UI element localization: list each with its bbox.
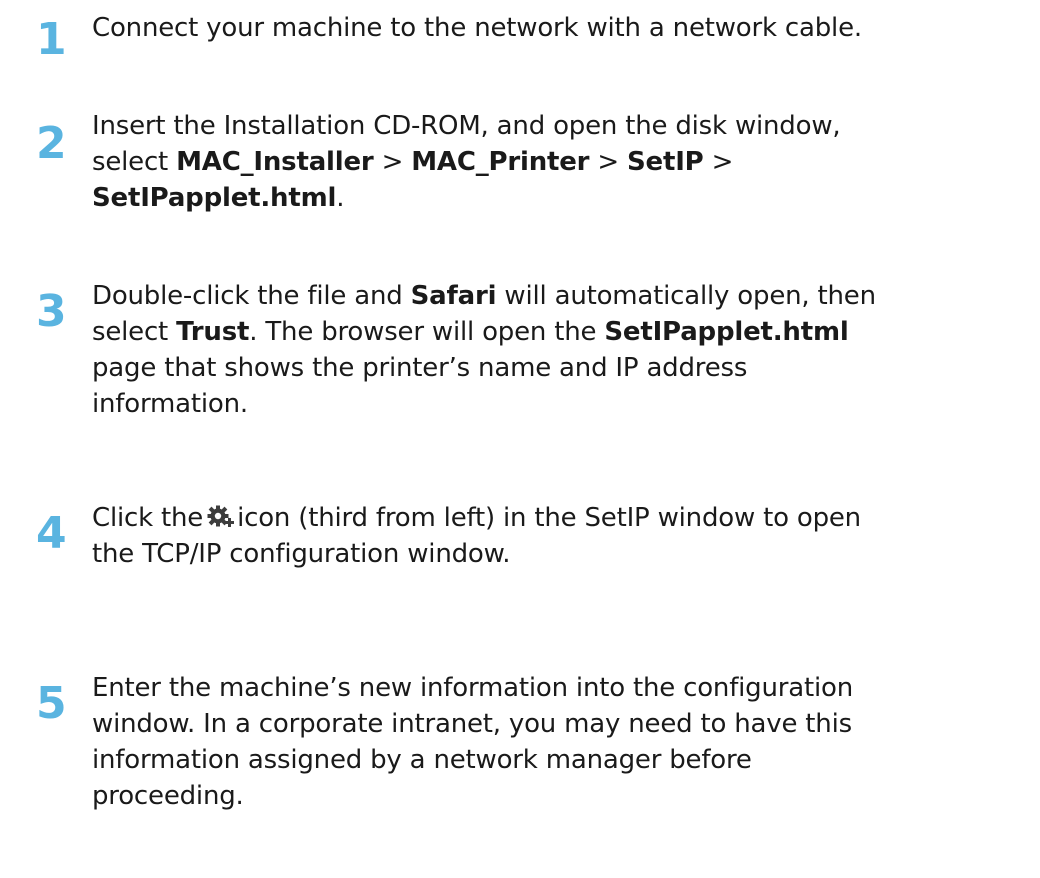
step-line: select MAC_Installer > MAC_Printer > Set…	[92, 144, 1032, 180]
step-number: 2	[36, 118, 67, 169]
text-fragment: will automatically open, then	[496, 281, 876, 311]
file-name-setipapplet: SetIPapplet.html	[604, 317, 849, 347]
step-line: information.	[92, 389, 248, 419]
option-trust: Trust	[176, 317, 250, 347]
step-line: Enter the machine’s new information into…	[92, 673, 853, 703]
menu-path-setip: SetIP	[627, 147, 704, 177]
step-line: SetIPapplet.html.	[92, 180, 1032, 216]
step-line: Connect your machine to the network with…	[92, 13, 862, 43]
step-line: the TCP/IP configuration window.	[92, 539, 511, 569]
text-fragment: .	[336, 183, 345, 213]
step-text: Double-click the file and Safari will au…	[92, 278, 1032, 422]
step-number: 5	[36, 678, 67, 729]
text-fragment: icon (third from left) in the SetIP wind…	[237, 503, 861, 533]
step-line: select Trust. The browser will open the …	[92, 314, 1032, 350]
step-text: Click the icon (third from left) in the …	[92, 500, 1032, 572]
step-number: 3	[36, 286, 67, 337]
step-line: window. In a corporate intranet, you may…	[92, 709, 852, 739]
step-text: Enter the machine’s new information into…	[92, 670, 1032, 814]
text-fragment: select	[92, 317, 177, 347]
menu-path-mac-installer: MAC_Installer	[176, 147, 374, 177]
settings-gear-add-icon	[207, 504, 235, 530]
step-number: 1	[36, 14, 67, 65]
step-text: Connect your machine to the network with…	[92, 10, 1032, 46]
text-fragment: Double-click the file and	[92, 281, 411, 311]
step-number: 4	[36, 508, 67, 559]
text-fragment: select	[92, 147, 177, 177]
app-name-safari: Safari	[410, 281, 497, 311]
step-line: page that shows the printer’s name and I…	[92, 353, 748, 383]
text-fragment: . The browser will open the	[249, 317, 605, 347]
step-line: Insert the Installation CD-ROM, and open…	[92, 111, 841, 141]
step-line: proceeding.	[92, 781, 244, 811]
step-line: information assigned by a network manage…	[92, 745, 752, 775]
path-separator: >	[703, 147, 734, 177]
step-line: Double-click the file and Safari will au…	[92, 278, 1032, 314]
path-separator: >	[373, 147, 412, 177]
step-line: Click the icon (third from left) in the …	[92, 500, 1032, 536]
path-separator: >	[589, 147, 628, 177]
step-text: Insert the Installation CD-ROM, and open…	[92, 108, 1032, 216]
menu-path-mac-printer: MAC_Printer	[411, 147, 590, 177]
menu-path-setipapplet: SetIPapplet.html	[92, 183, 337, 213]
text-fragment: Click the	[92, 503, 204, 533]
